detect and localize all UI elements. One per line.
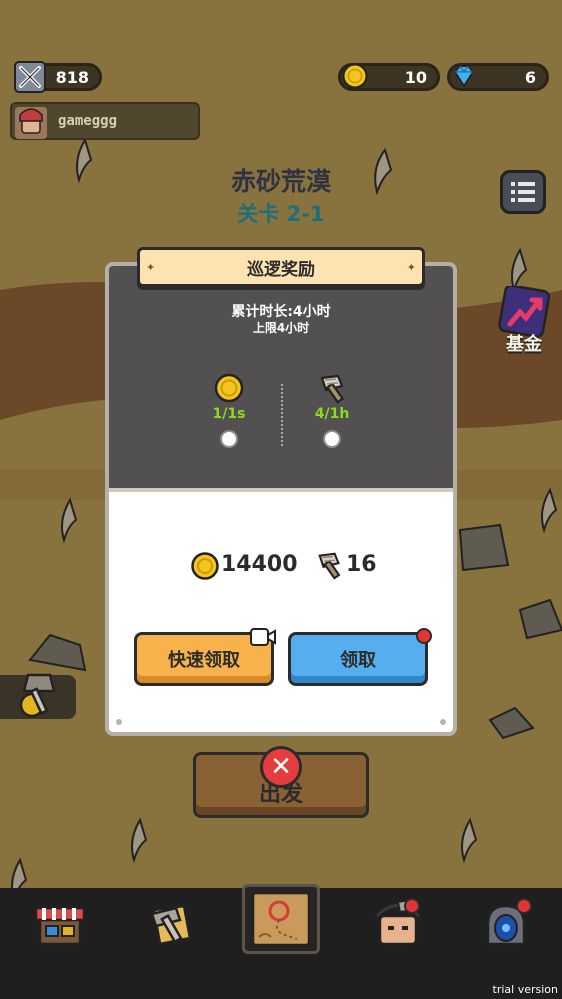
sparkle-icon: ✦: [406, 261, 416, 274]
video-ad-icon: [250, 628, 276, 646]
side-equipment-tab[interactable]: [0, 673, 76, 719]
portal-notification-badge: [516, 898, 532, 914]
hero-notification-badge: [404, 898, 420, 914]
corner-dot: [440, 719, 446, 725]
equipment-icon: [150, 904, 192, 946]
shop-stall-icon: [34, 906, 86, 946]
user-profile-bar[interactable]: gameggg: [10, 102, 200, 140]
time-cap: 上限4小时: [252, 321, 310, 335]
total-material: 16: [346, 552, 377, 577]
panel-divider: [109, 488, 453, 492]
gold-rate: 1/1s: [212, 406, 246, 422]
stage-level: 关卡 2-1: [237, 202, 325, 226]
nav-hero[interactable]: [370, 898, 430, 954]
dialog-title-banner: ✦ 巡逻奖励 ✦: [137, 247, 425, 287]
power-counter: 818: [14, 61, 102, 93]
gold-coin-icon: [191, 552, 219, 580]
nav-map[interactable]: [242, 884, 320, 954]
nav-shop[interactable]: [30, 898, 90, 954]
hero-portrait-icon: [375, 898, 421, 946]
close-button[interactable]: ✕: [260, 746, 302, 788]
claim-label: 领取: [340, 650, 376, 671]
hammer-material-icon: [320, 374, 345, 404]
crossed-swords-icon: [14, 61, 46, 93]
notification-badge: [416, 628, 432, 644]
gold-counter: 10: [338, 63, 440, 91]
corner-dot: [116, 719, 122, 725]
total-gold: 14400: [221, 552, 298, 577]
dialog-title: 巡逻奖励: [247, 259, 315, 280]
username: gameggg: [58, 113, 118, 129]
stage-name: 赤砂荒漠: [230, 167, 331, 196]
accumulated-time: 累计时长:4小时: [231, 304, 331, 320]
nav-portal[interactable]: [478, 898, 538, 954]
claim-button[interactable]: 领取: [288, 632, 428, 686]
gem-counter: 6: [447, 63, 549, 91]
reward-rate-panel: [109, 266, 453, 488]
menu-button[interactable]: [500, 170, 546, 214]
hammer-material-icon: [318, 552, 341, 580]
avatar-portrait-icon: [15, 107, 47, 139]
list-menu-icon: [511, 182, 535, 202]
gold-coin-icon: [342, 63, 368, 89]
material-rate: 4/1h: [314, 406, 350, 422]
watermark: trial version: [492, 983, 558, 996]
rate-divider: [281, 384, 283, 446]
nav-equipment[interactable]: [140, 898, 200, 954]
quick-claim-label: 快速领取: [168, 650, 240, 671]
hammer-coin-icon: [19, 673, 56, 718]
treasure-map-icon: [251, 891, 311, 947]
gold-coin-icon: [214, 373, 244, 403]
gem-value: 6: [524, 67, 536, 87]
material-rate-radio[interactable]: [323, 430, 341, 448]
fund-label: 基金: [506, 334, 542, 355]
blue-diamond-icon: [453, 65, 475, 88]
gold-value: 10: [404, 67, 427, 87]
sparkle-icon: ✦: [146, 261, 156, 274]
avatar[interactable]: [15, 107, 47, 139]
close-icon: ✕: [270, 752, 292, 782]
gold-rate-radio[interactable]: [220, 430, 238, 448]
power-value: 818: [55, 67, 89, 87]
